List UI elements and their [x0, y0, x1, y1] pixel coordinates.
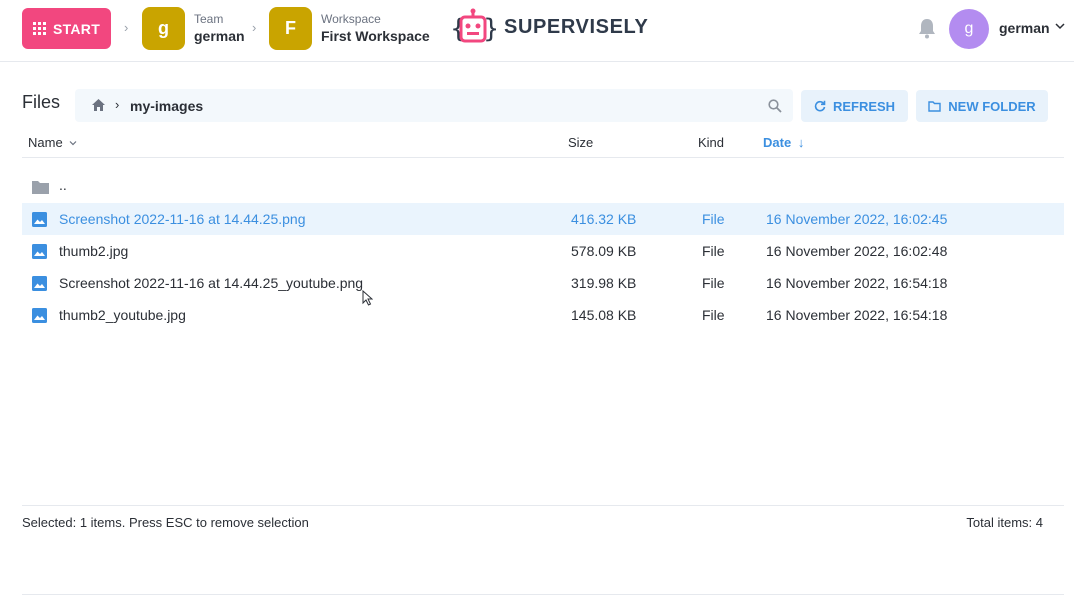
start-button[interactable]: START: [22, 8, 111, 49]
file-size: 319.98 KB: [571, 275, 637, 291]
chevron-right-icon: ›: [252, 20, 257, 35]
column-header-date[interactable]: Date ↓: [763, 135, 804, 150]
team-avatar: g: [142, 6, 185, 50]
folder-icon: [32, 181, 49, 194]
file-name: thumb2_youtube.jpg: [59, 307, 186, 323]
workspace-breadcrumb[interactable]: F Workspace First Workspace: [269, 6, 430, 50]
table-row[interactable]: thumb2_youtube.jpg 145.08 KB File 16 Nov…: [22, 299, 1064, 331]
user-avatar[interactable]: g: [949, 9, 989, 49]
image-file-icon: [32, 212, 47, 227]
logo-text: SUPERVISELY: [504, 15, 649, 38]
parent-folder-row[interactable]: ..: [22, 171, 1064, 203]
home-icon[interactable]: [92, 99, 105, 111]
sort-arrow-down-icon: ↓: [797, 135, 805, 150]
table-header: Name Size Kind Date ↓: [22, 132, 1064, 158]
column-header-size[interactable]: Size: [568, 135, 593, 150]
file-date: 16 November 2022, 16:02:48: [766, 243, 948, 259]
mouse-cursor-icon: [362, 290, 373, 306]
parent-folder-label: ..: [59, 177, 67, 193]
refresh-label: REFRESH: [832, 98, 896, 114]
robot-logo-icon: { }: [450, 8, 496, 44]
workspace-avatar: F: [269, 6, 312, 50]
file-kind: File: [702, 211, 725, 227]
path-current-folder[interactable]: my-images: [130, 98, 203, 114]
file-size: 145.08 KB: [571, 307, 637, 323]
path-separator-icon: ›: [115, 97, 120, 112]
new-folder-button[interactable]: NEW FOLDER: [916, 90, 1048, 122]
file-size: 578.09 KB: [571, 243, 637, 259]
team-breadcrumb[interactable]: g Team german: [142, 6, 245, 50]
file-name: Screenshot 2022-11-16 at 14.44.25_youtub…: [59, 275, 364, 291]
file-size: 416.32 KB: [571, 211, 637, 227]
table-row[interactable]: Screenshot 2022-11-16 at 14.44.25_youtub…: [22, 267, 1064, 299]
selection-status: Selected: 1 items. Press ESC to remove s…: [22, 515, 309, 530]
refresh-icon: [814, 100, 826, 112]
image-file-icon: [32, 276, 47, 291]
file-name: Screenshot 2022-11-16 at 14.44.25.png: [59, 211, 306, 227]
apps-grid-icon: [32, 22, 46, 35]
start-label: START: [52, 20, 101, 37]
divider: [22, 594, 1064, 595]
team-name: german: [194, 28, 245, 44]
chevron-right-icon: ›: [124, 20, 129, 35]
path-bar[interactable]: › my-images: [75, 89, 793, 122]
image-file-icon: [32, 244, 47, 259]
total-items-count: Total items: 4: [966, 515, 1043, 530]
folder-outline-icon: [928, 100, 941, 112]
page-title: Files: [22, 92, 61, 112]
sort-chevron-down-icon: [69, 141, 77, 146]
file-date: 16 November 2022, 16:02:45: [766, 211, 948, 227]
file-kind: File: [702, 243, 725, 259]
user-name[interactable]: german: [999, 20, 1050, 36]
team-label: Team: [194, 12, 224, 26]
refresh-button[interactable]: REFRESH: [801, 90, 908, 122]
image-file-icon: [32, 308, 47, 323]
file-kind: File: [702, 275, 725, 291]
workspace-label: Workspace: [321, 12, 381, 26]
workspace-name: First Workspace: [321, 28, 430, 44]
table-row[interactable]: thumb2.jpg 578.09 KB File 16 November 20…: [22, 235, 1064, 267]
notifications-bell-icon[interactable]: [917, 17, 937, 39]
file-date: 16 November 2022, 16:54:18: [766, 307, 948, 323]
top-bar: START › g Team german › F Workspace Firs…: [0, 0, 1074, 62]
column-header-kind[interactable]: Kind: [698, 135, 724, 150]
supervisely-logo[interactable]: { } SUPERVISELY: [450, 8, 648, 46]
file-name: thumb2.jpg: [59, 243, 129, 259]
column-header-name[interactable]: Name: [28, 135, 77, 150]
file-kind: File: [702, 307, 725, 323]
new-folder-label: NEW FOLDER: [948, 98, 1036, 114]
chevron-down-icon[interactable]: [1055, 21, 1065, 31]
search-icon[interactable]: [768, 99, 782, 113]
status-bar: Selected: 1 items. Press ESC to remove s…: [22, 505, 1064, 530]
file-date: 16 November 2022, 16:54:18: [766, 275, 948, 291]
table-row[interactable]: Screenshot 2022-11-16 at 14.44.25.png 41…: [22, 203, 1064, 235]
